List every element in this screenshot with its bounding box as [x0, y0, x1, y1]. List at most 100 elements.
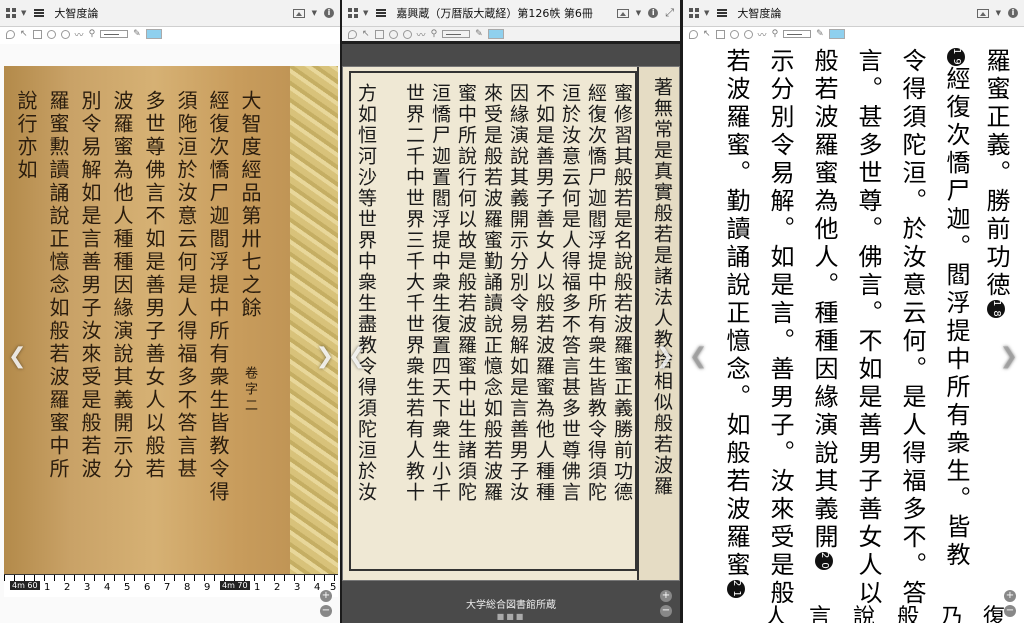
- info-icon[interactable]: i: [324, 8, 334, 18]
- zoom-in-icon[interactable]: +: [1004, 590, 1016, 602]
- text-fragment: 般: [897, 605, 920, 623]
- polygon-tool-icon[interactable]: [743, 29, 753, 39]
- ruler-mark: 7: [164, 582, 171, 593]
- grid-icon[interactable]: [689, 8, 700, 18]
- ruler-badge: 4m 70: [220, 581, 250, 590]
- text-column: 19經復次憍尸迦。閻浮提中所有衆生。皆教: [939, 48, 974, 570]
- text-column: 大智度經品第卅七之餘: [238, 90, 262, 320]
- manuscript-image: 大智度經品第卅七之餘 經復次憍尸迦閻浮提中所有衆生皆教令得 須陁洹於汝意云何是人…: [4, 66, 338, 576]
- text-fragment: 言: [809, 605, 832, 623]
- next-page-icon[interactable]: ❯: [316, 344, 334, 369]
- volume-label: 卷字二: [242, 366, 257, 414]
- text-segment: 若波羅蜜。勤讀誦說正憶念。如般若波羅蜜: [722, 48, 750, 580]
- freehand-icon[interactable]: 〰: [417, 28, 426, 41]
- text-column: 若波羅蜜。勤讀誦說正憶念。如般若波羅蜜21: [719, 48, 754, 601]
- caret-down-icon[interactable]: ▼: [363, 9, 368, 17]
- color-swatch[interactable]: [828, 29, 845, 39]
- pointer-icon[interactable]: ↖: [362, 29, 370, 39]
- text-column: 洹於汝意云何是人得福多不答言甚多世尊佛言: [559, 83, 581, 503]
- zoom-controls: + −: [320, 590, 332, 617]
- line-style-selector[interactable]: [100, 30, 129, 38]
- caret-down-icon[interactable]: ▼: [21, 9, 26, 17]
- pointer-icon[interactable]: ↖: [20, 29, 28, 39]
- zoom-in-icon[interactable]: +: [320, 590, 332, 602]
- pen-icon[interactable]: ✎: [475, 29, 483, 39]
- prev-page-icon[interactable]: ❮: [8, 344, 26, 369]
- circle-tool-icon[interactable]: [729, 29, 739, 39]
- zoom-in-icon[interactable]: +: [660, 590, 672, 602]
- circled-number: 20: [815, 552, 833, 573]
- caret-down-icon[interactable]: ▼: [704, 9, 709, 17]
- text-column: 須陁洹於汝意云何是人得福多不答言甚: [174, 90, 198, 481]
- text-column: 世界二千中世界三千大千世界衆生若有人教十: [403, 83, 425, 503]
- zoom-controls: + −: [660, 590, 672, 617]
- pin-icon[interactable]: ⚲: [431, 29, 438, 39]
- freehand-icon[interactable]: 〰: [75, 28, 84, 41]
- caret-down-icon[interactable]: ▼: [996, 9, 1001, 17]
- rectangle-tool-icon[interactable]: [715, 29, 725, 39]
- polygon-tool-icon[interactable]: [402, 29, 412, 39]
- speech-bubble-icon[interactable]: [6, 29, 15, 39]
- pointer-icon[interactable]: ↖: [703, 29, 711, 39]
- info-icon[interactable]: i: [1008, 8, 1018, 18]
- zoom-out-icon[interactable]: −: [1004, 605, 1016, 617]
- image-icon[interactable]: [976, 8, 989, 18]
- next-page-icon[interactable]: ❯: [1000, 344, 1018, 369]
- ruler-mark: 2: [274, 582, 281, 593]
- grid-icon[interactable]: [6, 8, 17, 18]
- speech-bubble-icon[interactable]: [689, 29, 698, 39]
- rectangle-tool-icon[interactable]: [374, 29, 384, 39]
- page-dots[interactable]: ■■■: [497, 612, 526, 621]
- image-caption: 大学総合図書館所蔵: [466, 600, 556, 611]
- circle-tool-icon[interactable]: [46, 29, 56, 39]
- image-viewer[interactable]: 著無常是真實般若是諸法人教捨相似般若波羅 蜜修習其般若是名說般若波羅蜜正義勝前功…: [342, 44, 680, 623]
- hamburger-icon[interactable]: [376, 9, 387, 17]
- ruler-mark: 3: [84, 582, 91, 593]
- pin-icon[interactable]: ⚲: [772, 29, 779, 39]
- ruler-mark: 6: [144, 582, 151, 593]
- circle-tool-icon[interactable]: [388, 29, 398, 39]
- pen-icon[interactable]: ✎: [816, 29, 824, 39]
- image-icon[interactable]: [292, 8, 305, 18]
- pin-icon[interactable]: ⚲: [89, 29, 96, 39]
- color-swatch[interactable]: [487, 29, 504, 39]
- text-segment: 羅蜜正義。勝前功徳: [982, 48, 1010, 300]
- image-viewer[interactable]: 羅蜜正義。勝前功徳18 19經復次憍尸迦。閻浮提中所有衆生。皆教 令得須陀洹。於…: [683, 44, 1024, 623]
- annotation-toolbar: ↖ 〰 ⚲ ✎: [342, 27, 680, 41]
- text-column: 多世尊佛言不如是善男子善女人以般若: [142, 90, 166, 481]
- line-style-selector[interactable]: [442, 30, 471, 38]
- panel-title: 嘉興蔵（万暦版大蔵経）第126帙 第6冊: [396, 7, 593, 20]
- next-page-icon[interactable]: ❯: [656, 344, 674, 369]
- info-icon[interactable]: i: [648, 8, 659, 18]
- speech-bubble-icon[interactable]: [348, 29, 357, 39]
- annotation-toolbar: ↖ 〰 ⚲ ✎: [683, 27, 1024, 41]
- zoom-out-icon[interactable]: −: [320, 605, 332, 617]
- circled-number: 19: [947, 48, 965, 69]
- prev-page-icon[interactable]: ❮: [348, 344, 366, 369]
- woodblock-print-image: 著無常是真實般若是諸法人教捨相似般若波羅 蜜修習其般若是名說般若波羅蜜正義勝前功…: [342, 66, 680, 581]
- hamburger-icon[interactable]: [717, 9, 728, 17]
- expand-icon[interactable]: ⤢: [665, 6, 674, 20]
- caret-down-icon[interactable]: ▼: [312, 9, 317, 17]
- ruler-mark: 1: [44, 582, 51, 593]
- ruler-mark: 1: [254, 582, 261, 593]
- image-viewer[interactable]: 大智度經品第卅七之餘 經復次憍尸迦閻浮提中所有衆生皆教令得 須陁洹於汝意云何是人…: [0, 44, 340, 623]
- polygon-tool-icon[interactable]: [60, 29, 70, 39]
- rectangle-tool-icon[interactable]: [32, 29, 42, 39]
- color-swatch[interactable]: [145, 29, 162, 39]
- prev-page-icon[interactable]: ❮: [689, 344, 707, 369]
- caret-down-icon[interactable]: ▼: [636, 9, 641, 17]
- line-style-selector[interactable]: [783, 30, 812, 38]
- hamburger-icon[interactable]: [34, 9, 45, 17]
- image-icon[interactable]: [616, 8, 629, 18]
- text-column: 別令易解如是言善男子汝來受是般若波: [78, 90, 102, 481]
- zoom-out-icon[interactable]: −: [660, 605, 672, 617]
- ruler-mark: 3: [294, 582, 301, 593]
- text-column: 著無常是真實般若是諸法人教捨相似般若波羅: [651, 77, 673, 497]
- panel-titlebar: ▼ 嘉興蔵（万暦版大蔵経）第126帙 第6冊 ▼ i ⤢: [342, 0, 680, 27]
- pen-icon[interactable]: ✎: [133, 29, 141, 39]
- freehand-icon[interactable]: 〰: [758, 28, 767, 41]
- text-column: 蜜修習其般若是名說般若波羅蜜正義勝前功德: [611, 83, 633, 503]
- text-column: 般若波羅蜜為他人。種種因緣演說其義開20: [807, 48, 842, 573]
- grid-icon[interactable]: [348, 8, 359, 18]
